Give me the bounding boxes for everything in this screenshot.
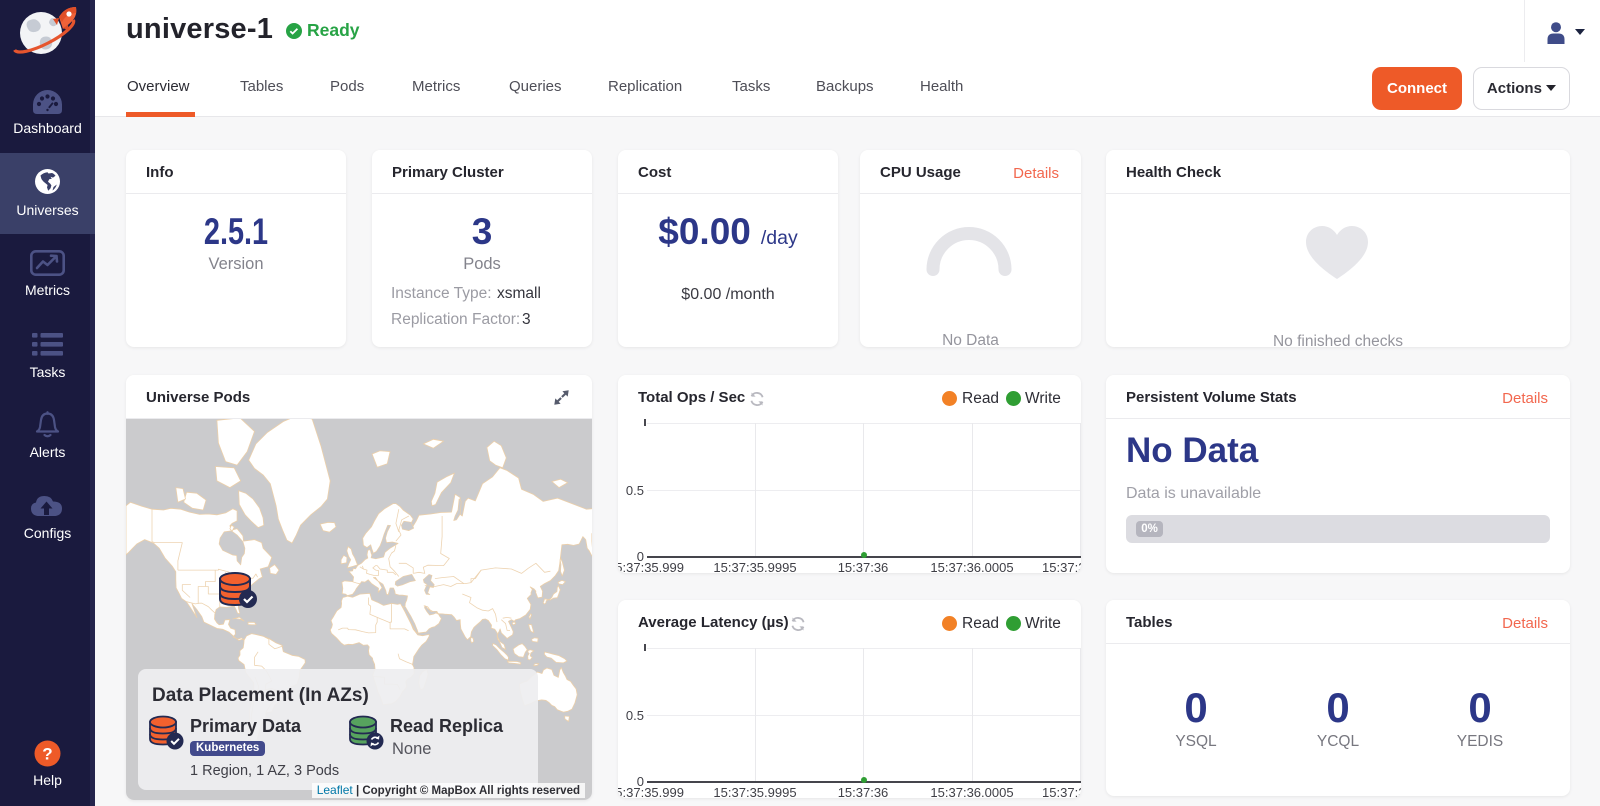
svg-text:?: ? bbox=[42, 745, 52, 764]
